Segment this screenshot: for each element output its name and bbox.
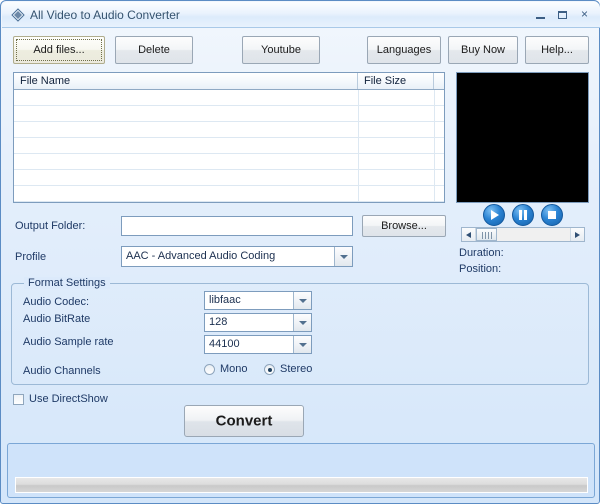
table-row[interactable] bbox=[14, 154, 444, 170]
table-row[interactable] bbox=[14, 186, 444, 202]
output-folder-input[interactable] bbox=[121, 216, 353, 236]
add-files-button[interactable]: Add files... bbox=[13, 36, 105, 64]
table-row[interactable] bbox=[14, 106, 444, 122]
delete-button[interactable]: Delete bbox=[115, 36, 193, 64]
delete-label: Delete bbox=[138, 44, 170, 56]
chevron-down-icon[interactable] bbox=[293, 314, 311, 331]
seek-thumb[interactable] bbox=[476, 228, 497, 241]
use-directshow-checkbox[interactable]: Use DirectShow bbox=[13, 393, 108, 405]
file-list-header: File Name File Size bbox=[14, 73, 444, 90]
cell-divider bbox=[434, 122, 435, 137]
convert-button[interactable]: Convert bbox=[184, 405, 304, 437]
cell-divider bbox=[358, 138, 359, 153]
table-row[interactable] bbox=[14, 122, 444, 138]
app-diamond-icon bbox=[11, 8, 25, 22]
cell-divider bbox=[434, 154, 435, 169]
chevron-down-icon[interactable] bbox=[293, 292, 311, 309]
minimize-button[interactable] bbox=[531, 6, 550, 23]
youtube-label: Youtube bbox=[261, 44, 301, 56]
radio-mono-label: Mono bbox=[220, 363, 248, 375]
radio-stereo[interactable]: Stereo bbox=[264, 363, 312, 375]
radio-stereo-label: Stereo bbox=[280, 363, 313, 375]
cell-divider bbox=[358, 154, 359, 169]
help-button[interactable]: Help... bbox=[525, 36, 589, 64]
audio-channels-label: Audio Channels bbox=[23, 365, 101, 377]
profile-value: AAC - Advanced Audio Coding bbox=[126, 250, 276, 262]
browse-label: Browse... bbox=[381, 220, 427, 232]
radio-stereo-indicator bbox=[264, 364, 275, 375]
profile-select[interactable]: AAC - Advanced Audio Coding bbox=[121, 246, 353, 267]
title-bar: All Video to Audio Converter × bbox=[2, 2, 600, 28]
table-row[interactable] bbox=[14, 90, 444, 106]
cell-divider bbox=[358, 106, 359, 121]
seek-right-arrow-icon[interactable] bbox=[570, 228, 584, 241]
languages-label: Languages bbox=[376, 44, 432, 56]
maximize-button[interactable] bbox=[553, 6, 572, 23]
cell-divider bbox=[434, 170, 435, 185]
audio-codec-value: libfaac bbox=[209, 294, 241, 306]
audio-sample-rate-value: 44100 bbox=[209, 338, 240, 350]
format-settings-title: Format Settings bbox=[24, 277, 110, 289]
cell-divider bbox=[358, 170, 359, 185]
audio-codec-select[interactable]: libfaac bbox=[204, 291, 312, 310]
profile-label: Profile bbox=[15, 251, 47, 263]
file-list[interactable]: File Name File Size bbox=[13, 72, 445, 203]
progress-bar bbox=[15, 477, 588, 493]
audio-sample-rate-label: Audio Sample rate bbox=[23, 336, 114, 348]
help-label: Help... bbox=[541, 44, 573, 56]
column-header-file-name[interactable]: File Name bbox=[14, 73, 358, 89]
languages-button[interactable]: Languages bbox=[367, 36, 441, 64]
cell-divider bbox=[434, 90, 435, 105]
cell-divider bbox=[434, 106, 435, 121]
radio-mono-indicator bbox=[204, 364, 215, 375]
video-preview[interactable] bbox=[456, 72, 589, 203]
buy-now-label: Buy Now bbox=[460, 44, 506, 56]
position-label: Position: bbox=[459, 263, 502, 275]
file-list-body[interactable] bbox=[14, 90, 444, 202]
chevron-down-icon[interactable] bbox=[293, 336, 311, 353]
cell-divider bbox=[358, 122, 359, 137]
table-row[interactable] bbox=[14, 170, 444, 186]
cell-divider bbox=[434, 138, 435, 153]
close-button[interactable]: × bbox=[575, 6, 594, 23]
checkbox-indicator bbox=[13, 394, 24, 405]
radio-mono[interactable]: Mono bbox=[204, 363, 248, 375]
window-title: All Video to Audio Converter bbox=[30, 8, 180, 22]
column-header-file-size[interactable]: File Size bbox=[358, 73, 434, 89]
play-icon[interactable] bbox=[483, 204, 505, 226]
audio-bitrate-label: Audio BitRate bbox=[23, 313, 91, 325]
youtube-button[interactable]: Youtube bbox=[242, 36, 320, 64]
table-row[interactable] bbox=[14, 138, 444, 154]
buy-now-button[interactable]: Buy Now bbox=[448, 36, 518, 64]
column-header-extra[interactable] bbox=[434, 73, 444, 89]
pause-icon[interactable] bbox=[512, 204, 534, 226]
browse-button[interactable]: Browse... bbox=[362, 215, 446, 237]
use-directshow-label: Use DirectShow bbox=[29, 393, 108, 405]
audio-codec-label: Audio Codec: bbox=[23, 296, 90, 308]
cell-divider bbox=[434, 186, 435, 201]
seek-bar[interactable] bbox=[461, 227, 585, 242]
cell-divider bbox=[358, 186, 359, 201]
duration-label: Duration: bbox=[459, 247, 504, 259]
convert-label: Convert bbox=[215, 412, 273, 430]
add-files-label: Add files... bbox=[33, 44, 85, 56]
stop-icon[interactable] bbox=[541, 204, 563, 226]
audio-sample-rate-select[interactable]: 44100 bbox=[204, 335, 312, 354]
app-window: All Video to Audio Converter × Add files… bbox=[0, 0, 600, 504]
cell-divider bbox=[358, 90, 359, 105]
seek-left-arrow-icon[interactable] bbox=[462, 228, 476, 241]
output-folder-label: Output Folder: bbox=[15, 220, 86, 232]
audio-bitrate-select[interactable]: 128 bbox=[204, 313, 312, 332]
chevron-down-icon[interactable] bbox=[334, 247, 352, 266]
audio-bitrate-value: 128 bbox=[209, 316, 228, 328]
